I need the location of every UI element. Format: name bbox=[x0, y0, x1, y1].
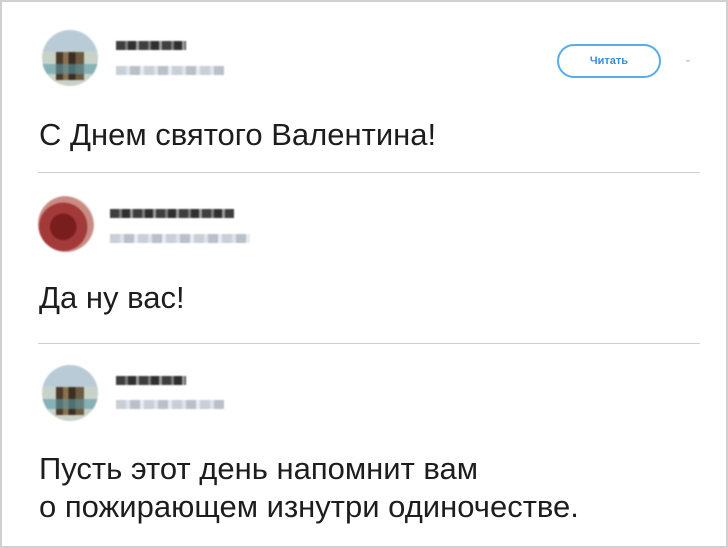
screenshot-frame: Читать ⌄ С Днем святого Валентина! Да ну… bbox=[0, 0, 728, 548]
author-handle-pixelated bbox=[116, 66, 224, 75]
tweet-text: Да ну вас! bbox=[39, 280, 185, 315]
divider bbox=[38, 172, 700, 173]
avatar[interactable] bbox=[38, 196, 94, 252]
author-name-pixelated[interactable] bbox=[110, 209, 234, 218]
tweet-text: С Днем святого Валентина! bbox=[39, 117, 437, 152]
avatar[interactable] bbox=[42, 365, 98, 421]
divider bbox=[38, 343, 700, 344]
author-name-pixelated[interactable] bbox=[116, 376, 186, 385]
tweet-text: Пусть этот день напомнит вам о пожирающе… bbox=[39, 451, 579, 524]
author-handle-pixelated bbox=[116, 400, 224, 409]
author-handle-pixelated bbox=[110, 234, 250, 243]
author-name-pixelated[interactable] bbox=[116, 41, 186, 50]
avatar[interactable] bbox=[42, 30, 98, 86]
chevron-down-icon[interactable]: ⌄ bbox=[682, 54, 694, 66]
follow-button[interactable]: Читать bbox=[557, 44, 661, 78]
